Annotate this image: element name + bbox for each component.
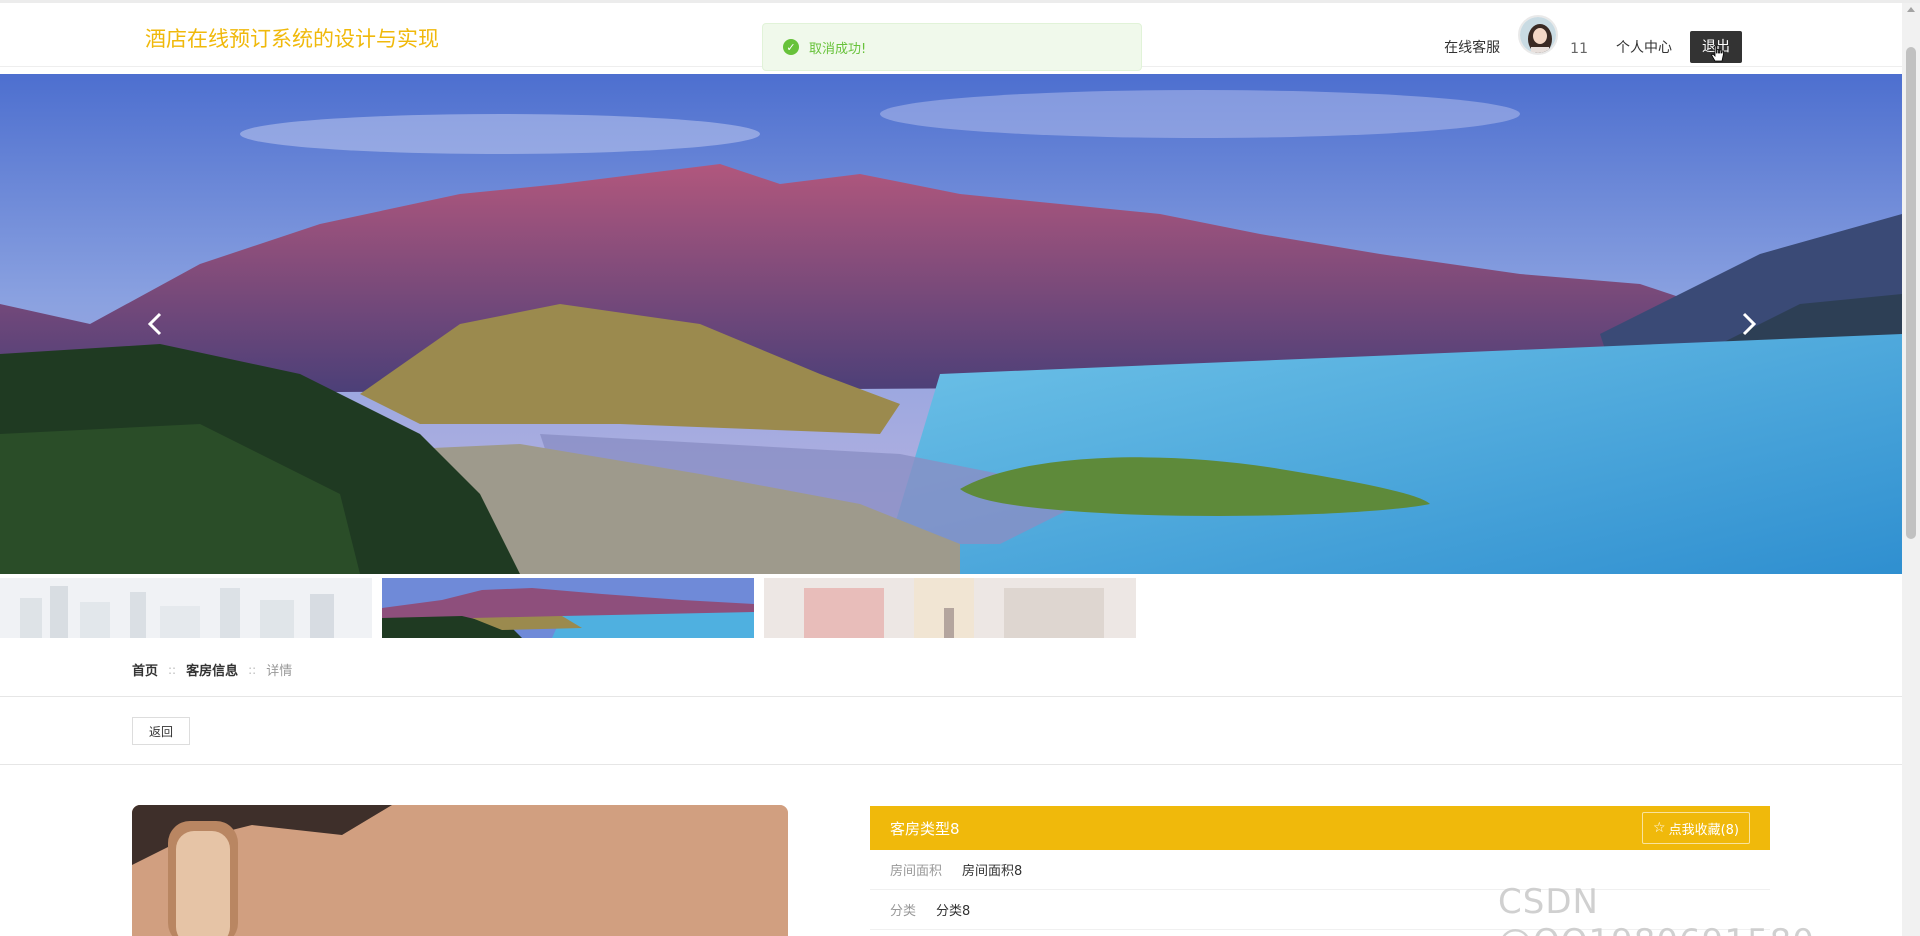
breadcrumb-separator: :: [248, 662, 257, 677]
room-detail-header: 客房类型8 ☆ 点我收藏(8) [870, 806, 1770, 850]
online-service-link[interactable]: 在线客服 [1444, 37, 1500, 63]
avatar[interactable] [1518, 15, 1559, 55]
scrollbar-thumb[interactable] [1906, 47, 1916, 539]
breadcrumb-detail: 详情 [266, 664, 293, 679]
divider [0, 696, 1902, 697]
logout-button[interactable]: 退出 [1690, 31, 1742, 63]
favorite-button[interactable]: ☆ 点我收藏(8) [1642, 812, 1750, 844]
carousel-thumbnails [0, 578, 1136, 638]
carousel-prev-button[interactable] [136, 304, 176, 344]
detail-row-label: 房间面积 [890, 864, 943, 879]
detail-row-value: 房间面积8 [962, 864, 1023, 879]
check-circle-icon: ✓ [783, 39, 799, 55]
breadcrumb-separator: :: [168, 662, 177, 677]
breadcrumb-room-info[interactable]: 客房信息 [186, 660, 238, 679]
room-type-title: 客房类型8 [890, 819, 960, 838]
thumbnail-interior[interactable] [764, 578, 1136, 638]
hand-cursor-icon [1710, 45, 1724, 62]
banner-carousel[interactable] [0, 74, 1902, 574]
chevron-right-icon [1742, 312, 1757, 336]
breadcrumb-home[interactable]: 首页 [132, 660, 158, 679]
watermark: CSDN @QQ1980691580 [1498, 882, 1814, 936]
personal-center-link[interactable]: 个人中心 [1616, 37, 1672, 63]
page: 酒店在线预订系统的设计与实现 在线客服 11 个人中心 退出 [0, 0, 1920, 936]
header-nav: 在线客服 11 个人中心 退出 [1444, 13, 1742, 63]
username: 11 [1570, 41, 1588, 57]
scroll-up-arrow-icon[interactable] [1907, 7, 1915, 12]
chevron-left-icon [147, 312, 162, 336]
favorite-label: 点我收藏(8) [1668, 822, 1739, 838]
detail-row-value: 分类8 [936, 904, 971, 919]
toast-message: 取消成功! [809, 41, 867, 57]
banner-image-mountain-lake [0, 74, 1902, 574]
thumbnail-city-skyline[interactable] [0, 578, 372, 638]
room-image [132, 805, 788, 936]
success-toast: ✓ 取消成功! [762, 23, 1142, 71]
divider [0, 764, 1902, 765]
breadcrumb: 首页 :: 客房信息 :: 详情 [132, 660, 293, 680]
thumbnail-mountain-lake[interactable] [382, 578, 754, 638]
back-button[interactable]: 返回 [132, 717, 190, 745]
vertical-scrollbar[interactable] [1902, 3, 1920, 936]
detail-row-label: 分类 [890, 904, 917, 919]
star-icon: ☆ [1653, 820, 1666, 836]
carousel-next-button[interactable] [1728, 304, 1768, 344]
site-title[interactable]: 酒店在线预订系统的设计与实现 [145, 23, 439, 53]
